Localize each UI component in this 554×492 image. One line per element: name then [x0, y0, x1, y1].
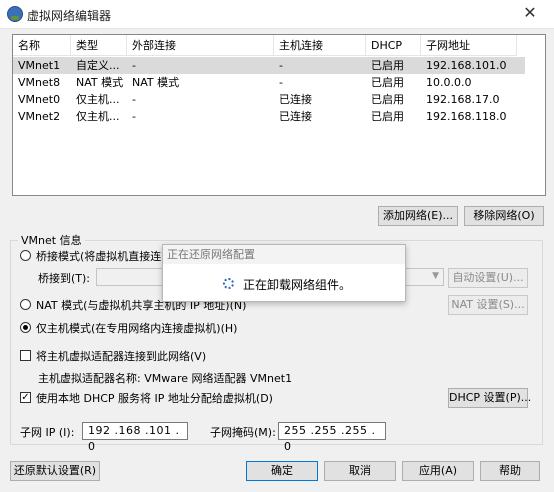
cell-external: -: [132, 59, 136, 72]
col-header-name[interactable]: 名称: [13, 35, 71, 56]
cell-name: VMnet2: [18, 110, 61, 123]
cell-host: 已连接: [279, 93, 312, 106]
subnet-mask-input[interactable]: 255 .255 .255 . 0: [278, 422, 386, 453]
help-button[interactable]: 帮助: [480, 461, 540, 481]
vmnet-info-legend: VMnet 信息: [18, 232, 85, 248]
chevron-down-icon: ▼: [432, 271, 439, 281]
cell-subnet: 10.0.0.0: [426, 76, 472, 89]
auto-settings-button[interactable]: 自动设置(U)...: [448, 268, 528, 288]
col-header-dhcp[interactable]: DHCP: [366, 35, 421, 56]
network-editor-dialog: 名称 类型 外部连接 主机连接 DHCP 子网地址 VMnet1 自定义... …: [6, 28, 548, 488]
cell-host: -: [279, 59, 283, 72]
subnet-mask-label: 子网掩码(M):: [210, 426, 276, 439]
table-row[interactable]: VMnet0 仅主机... - 已连接 已启用 192.168.17.0: [13, 91, 525, 108]
subnet-ip-label: 子网 IP (I):: [20, 426, 75, 439]
restore-defaults-button[interactable]: 还原默认设置(R): [10, 461, 100, 481]
cell-name: VMnet1: [18, 59, 61, 72]
window-title: 虚拟网络编辑器: [27, 9, 112, 23]
remove-network-button[interactable]: 移除网络(O): [464, 206, 544, 226]
cell-dhcp: 已启用: [371, 59, 404, 72]
add-network-button[interactable]: 添加网络(E)...: [378, 206, 458, 226]
cell-type: 自定义...: [76, 59, 120, 72]
cell-external: NAT 模式: [132, 76, 180, 89]
cell-subnet: 192.168.101.0: [426, 59, 507, 72]
cell-host: 已连接: [279, 110, 312, 123]
cell-host: -: [279, 76, 283, 89]
use-dhcp-label[interactable]: 使用本地 DHCP 服务将 IP 地址分配给虚拟机(D): [36, 390, 273, 406]
bridge-mode-label[interactable]: 桥接模式(将虚拟机直接连: [36, 248, 161, 264]
table-row[interactable]: VMnet2 仅主机... - 已连接 已启用 192.168.118.0: [13, 108, 525, 125]
cell-external: -: [132, 93, 136, 106]
cell-type: 仅主机...: [76, 110, 120, 123]
ok-button[interactable]: 确定: [246, 461, 318, 481]
nat-mode-radio[interactable]: [20, 299, 31, 310]
cell-external: -: [132, 110, 136, 123]
title-bar: 虚拟网络编辑器 ✕: [0, 0, 554, 29]
popup-title: 正在还原网络配置: [163, 245, 405, 264]
host-only-label[interactable]: 仅主机模式(在专用网络内连接虚拟机)(H): [36, 320, 237, 336]
cell-subnet: 192.168.17.0: [426, 93, 500, 106]
cell-dhcp: 已启用: [371, 110, 404, 123]
cell-dhcp: 已启用: [371, 76, 404, 89]
spinner-icon: [223, 278, 234, 289]
popup-message: 正在卸载网络组件。: [243, 278, 352, 292]
app-icon: [7, 6, 23, 22]
progress-popup: 正在还原网络配置 正在卸载网络组件。: [162, 244, 406, 302]
connect-adapter-label[interactable]: 将主机虚拟适配器连接到此网络(V): [36, 348, 206, 364]
apply-button[interactable]: 应用(A): [402, 461, 474, 481]
host-only-radio[interactable]: [20, 322, 31, 333]
col-header-type[interactable]: 类型: [71, 35, 127, 56]
close-icon[interactable]: ✕: [510, 2, 550, 24]
cell-dhcp: 已启用: [371, 93, 404, 106]
bridge-mode-radio[interactable]: [20, 250, 31, 261]
col-header-host[interactable]: 主机连接: [274, 35, 366, 56]
table-row[interactable]: VMnet1 自定义... - - 已启用 192.168.101.0: [13, 57, 525, 74]
col-header-external[interactable]: 外部连接: [127, 35, 274, 56]
cell-name: VMnet0: [18, 93, 61, 106]
adapter-name-label: 主机虚拟适配器名称: VMware 网络适配器 VMnet1: [38, 372, 293, 385]
table-row[interactable]: VMnet8 NAT 模式 NAT 模式 - 已启用 10.0.0.0: [13, 74, 525, 91]
cell-name: VMnet8: [18, 76, 61, 89]
bridge-to-label: 桥接到(T):: [38, 272, 91, 285]
cancel-button[interactable]: 取消: [324, 461, 396, 481]
nat-settings-button[interactable]: NAT 设置(S)...: [448, 295, 528, 315]
cell-type: NAT 模式: [76, 76, 124, 89]
connect-adapter-checkbox[interactable]: [20, 350, 31, 361]
use-dhcp-checkbox[interactable]: ✓: [20, 392, 31, 403]
dhcp-settings-button[interactable]: DHCP 设置(P)...: [448, 388, 531, 408]
network-table[interactable]: 名称 类型 外部连接 主机连接 DHCP 子网地址 VMnet1 自定义... …: [12, 34, 546, 196]
cell-type: 仅主机...: [76, 93, 120, 106]
col-header-subnet[interactable]: 子网地址: [421, 35, 517, 56]
cell-subnet: 192.168.118.0: [426, 110, 507, 123]
table-header: 名称 类型 外部连接 主机连接 DHCP 子网地址: [13, 35, 545, 57]
subnet-ip-input[interactable]: 192 .168 .101 . 0: [82, 422, 188, 453]
